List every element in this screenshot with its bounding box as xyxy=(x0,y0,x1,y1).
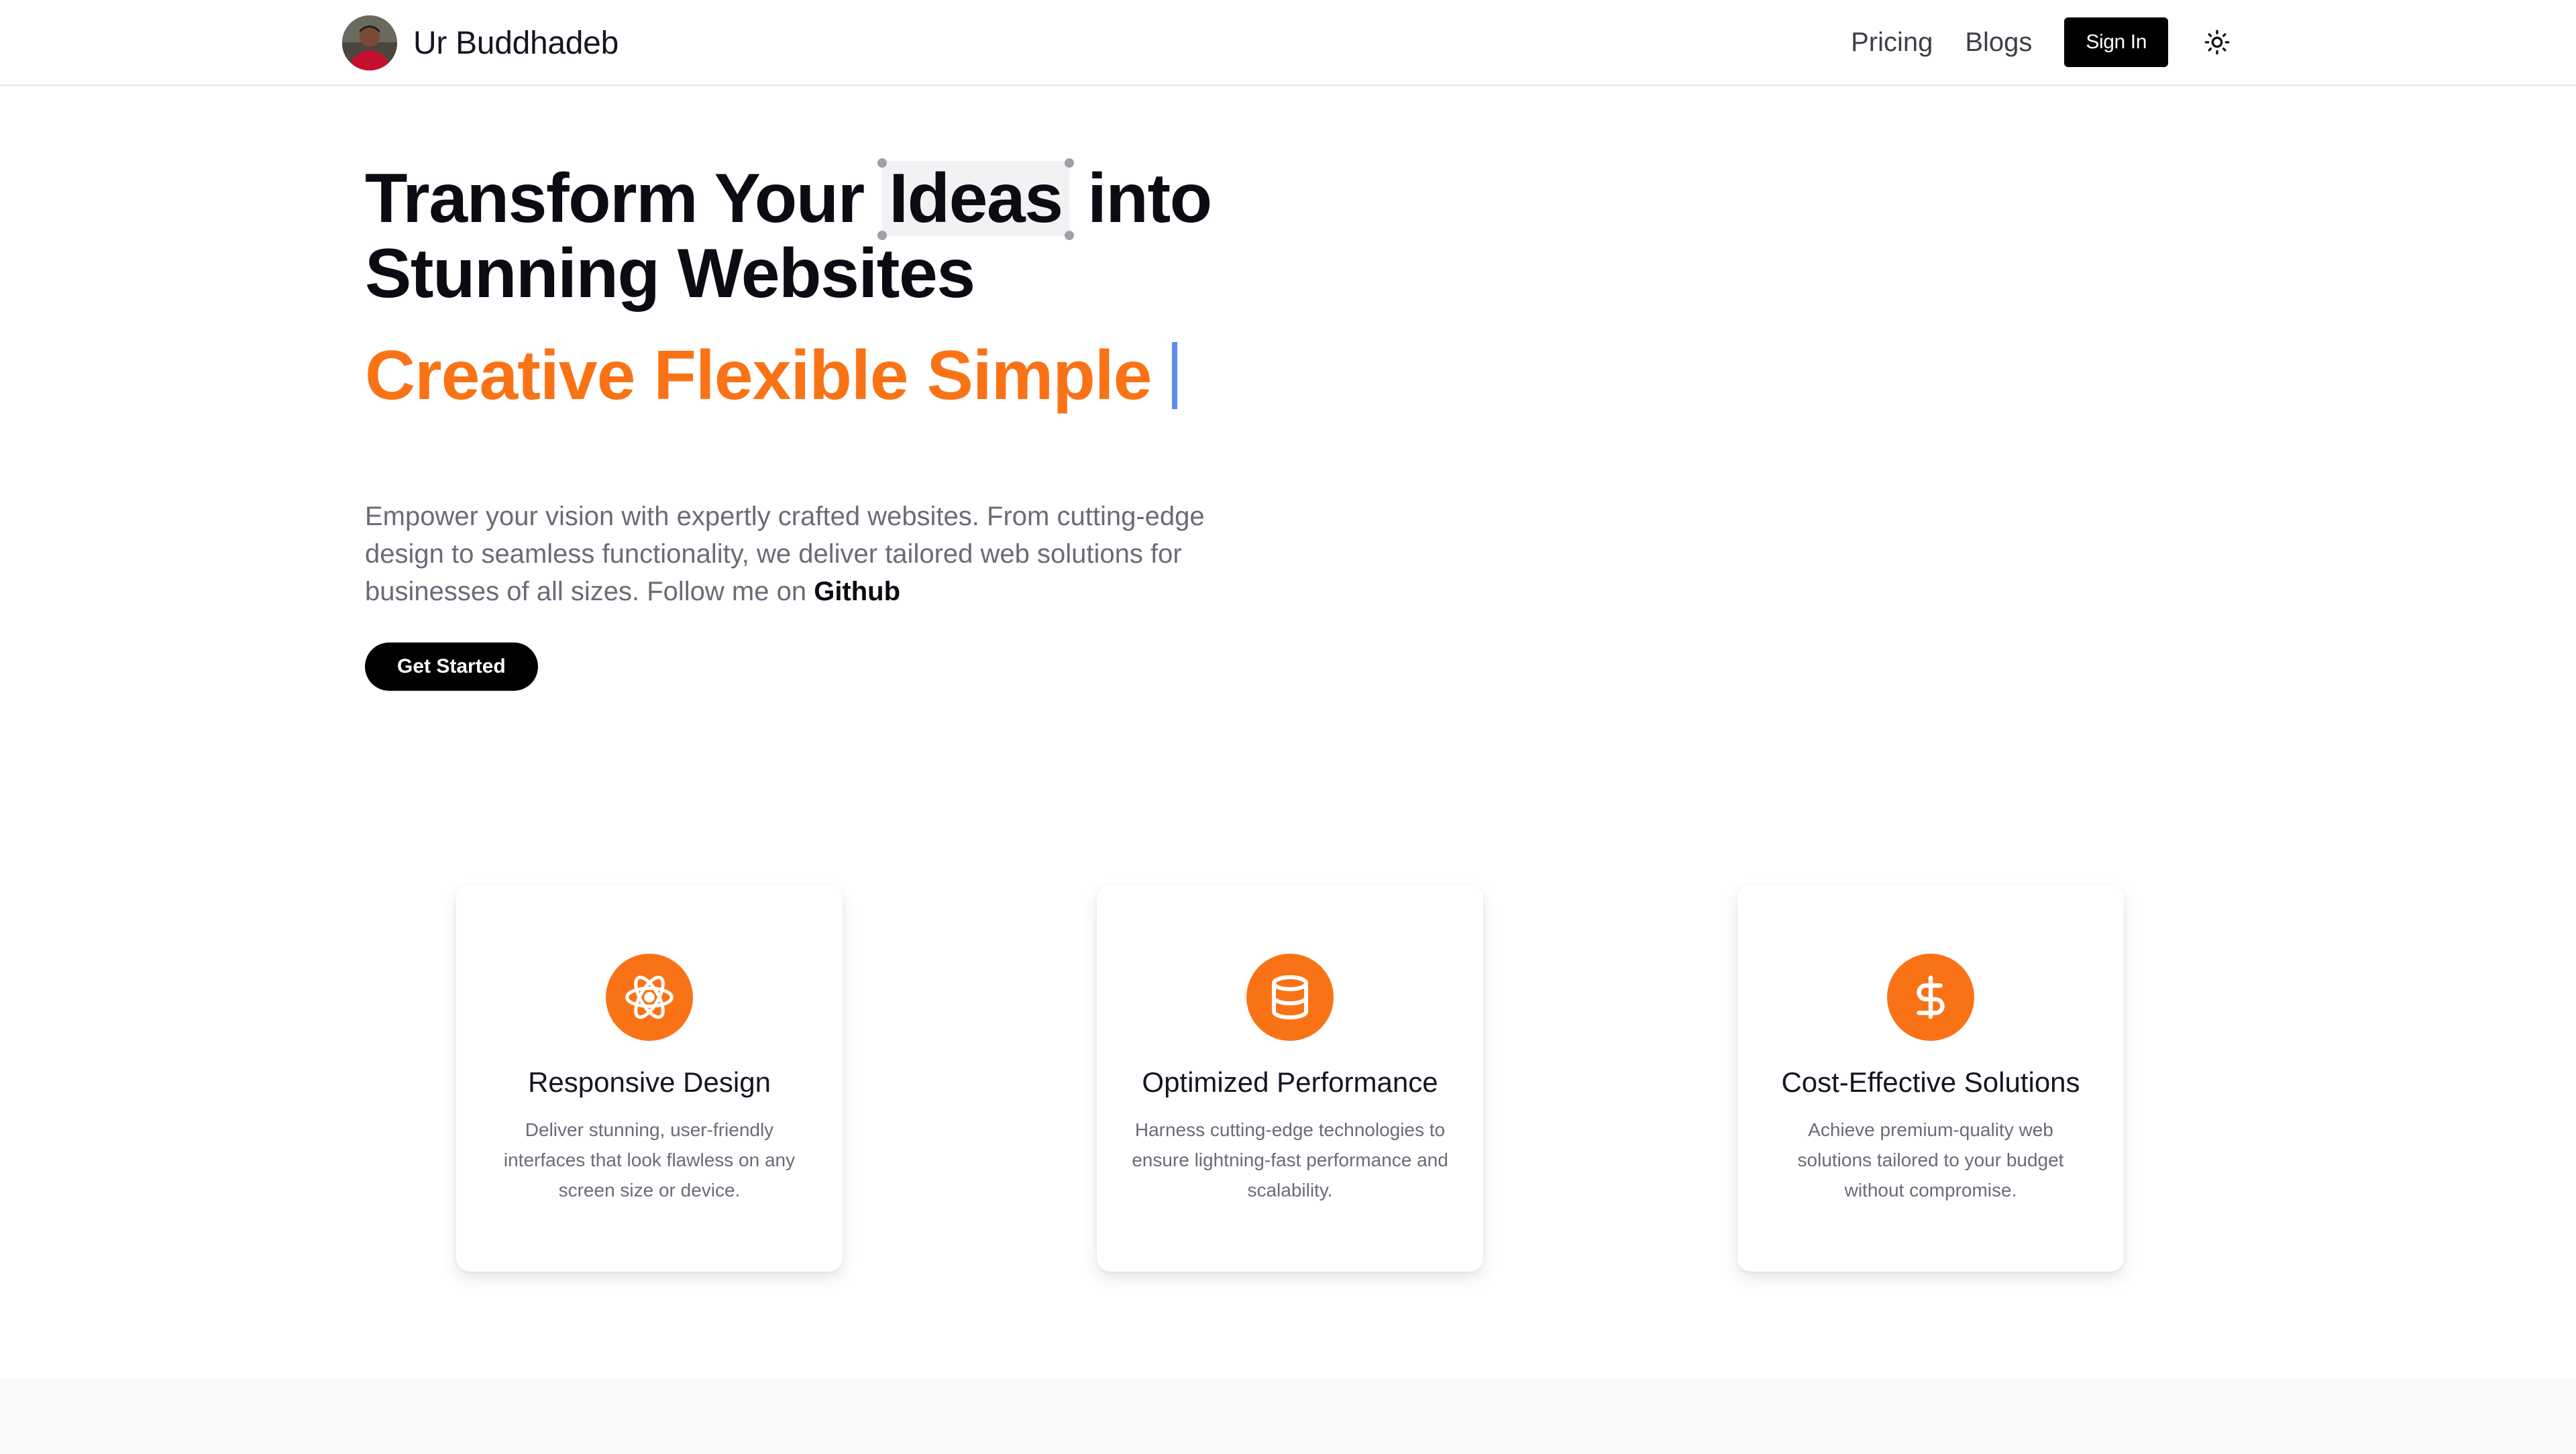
theme-toggle-button[interactable] xyxy=(2200,25,2234,59)
feature-card-cost: Cost-Effective Solutions Achieve premium… xyxy=(1737,885,2124,1272)
database-icon xyxy=(1272,975,1308,1020)
hero-title-part2: into xyxy=(1087,160,1212,237)
feature-card-performance: Optimized Performance Harness cutting-ed… xyxy=(1097,885,1483,1272)
atom-icon xyxy=(625,975,674,1019)
top-nav: Pricing Blogs Sign In xyxy=(1851,17,2234,67)
hero-tagline: Creative Flexible Simple xyxy=(365,335,1304,416)
hero-title-part1: Transform Your xyxy=(365,160,865,237)
brand[interactable]: Ur Buddhadeb xyxy=(342,15,619,71)
sign-in-button[interactable]: Sign In xyxy=(2064,17,2168,67)
feature-icon-badge xyxy=(606,954,693,1041)
dollar-icon xyxy=(1917,975,1945,1019)
feature-description: Harness cutting-edge technologies to ens… xyxy=(1132,1119,1448,1200)
feature-card-responsive: Responsive Design Deliver stunning, user… xyxy=(456,885,843,1272)
hero-tagline-text: Creative Flexible Simple xyxy=(365,337,1152,414)
nav-link-pricing[interactable]: Pricing xyxy=(1851,27,1933,58)
github-link[interactable]: Github xyxy=(814,577,900,606)
feature-icon-badge xyxy=(1246,954,1334,1041)
next-section-band xyxy=(0,1379,2576,1454)
feature-description: Deliver stunning, user-friendly interfac… xyxy=(503,1119,796,1200)
site-header: Ur Buddhadeb Pricing Blogs Sign In xyxy=(0,0,2576,86)
sun-icon xyxy=(2204,30,2230,55)
feature-icon-badge xyxy=(1887,954,1974,1041)
hero-title: Transform Your Ideas into Stunning Websi… xyxy=(365,158,1304,313)
feature-title: Responsive Design xyxy=(528,1066,771,1098)
hero-title-highlight[interactable]: Ideas xyxy=(877,158,1074,240)
features-section: Responsive Design Deliver stunning, user… xyxy=(0,885,2576,1272)
avatar xyxy=(342,15,397,70)
resize-handle-bottom-right[interactable] xyxy=(1064,231,1074,240)
typing-caret xyxy=(1171,342,1177,409)
resize-handle-top-left[interactable] xyxy=(877,158,888,168)
feature-description: Achieve premium-quality web solutions ta… xyxy=(1797,1119,2064,1200)
get-started-button[interactable]: Get Started xyxy=(365,642,538,691)
feature-title: Cost-Effective Solutions xyxy=(1781,1066,2080,1098)
brand-name: Ur Buddhadeb xyxy=(413,25,619,61)
resize-handle-top-right[interactable] xyxy=(1064,158,1074,168)
hero-description: Empower your vision with expertly crafte… xyxy=(365,498,1277,610)
hero-description-text: Empower your vision with expertly crafte… xyxy=(365,502,1205,606)
nav-link-blogs[interactable]: Blogs xyxy=(1965,27,2032,58)
hero-section: Transform Your Ideas into Stunning Websi… xyxy=(365,158,1304,691)
feature-title: Optimized Performance xyxy=(1142,1066,1438,1098)
hero-title-line2: Stunning Websites xyxy=(365,235,975,313)
hero-title-highlight-text: Ideas xyxy=(889,160,1063,237)
